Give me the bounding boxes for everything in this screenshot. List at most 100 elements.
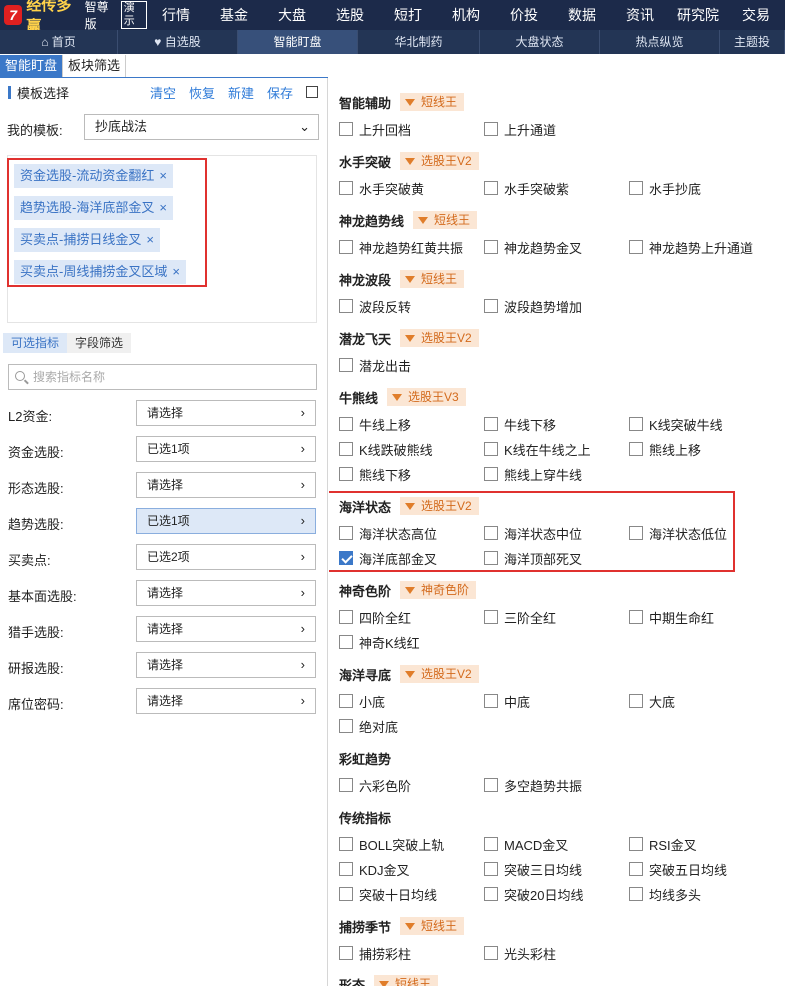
indicator-checkbox[interactable]: 熊线上移	[629, 440, 701, 458]
checkbox-icon[interactable]	[484, 417, 498, 431]
checkbox-icon[interactable]	[339, 240, 353, 254]
checkbox-icon[interactable]	[629, 610, 643, 624]
page-tab[interactable]: 主题投	[720, 30, 785, 54]
indicator-checkbox[interactable]: K线跌破熊线	[339, 440, 433, 458]
menu-item[interactable]: 基金	[205, 0, 263, 30]
clear-button[interactable]: 清空	[150, 83, 176, 102]
checkbox-icon[interactable]	[339, 358, 353, 372]
page-tab[interactable]: 热点纵览	[600, 30, 720, 54]
checkbox-icon[interactable]	[629, 442, 643, 456]
checkbox-icon[interactable]	[339, 442, 353, 456]
indicator-checkbox[interactable]: 多空趋势共振	[484, 776, 582, 794]
indicator-checkbox[interactable]: 波段反转	[339, 297, 411, 315]
checkbox-icon[interactable]	[629, 837, 643, 851]
page-tab[interactable]: 大盘状态	[480, 30, 600, 54]
checkbox-icon[interactable]	[339, 417, 353, 431]
indicator-checkbox[interactable]: 突破三日均线	[484, 860, 582, 878]
indicator-checkbox[interactable]: 突破20日均线	[484, 885, 583, 903]
indicator-checkbox[interactable]: 光头彩柱	[484, 944, 556, 962]
copy-icon[interactable]	[306, 86, 318, 98]
indicator-checkbox[interactable]: 水手突破紫	[484, 179, 569, 197]
checkbox-icon[interactable]	[629, 694, 643, 708]
filter-select[interactable]: 请选择 ›	[136, 688, 316, 714]
restore-button[interactable]: 恢复	[189, 83, 215, 102]
new-button[interactable]: 新建	[228, 83, 254, 102]
tab-optional-indicators[interactable]: 可选指标	[3, 333, 68, 353]
indicator-checkbox[interactable]: RSI金叉	[629, 835, 697, 853]
checkbox-icon[interactable]	[484, 862, 498, 876]
menu-item[interactable]: 研究院	[669, 0, 727, 30]
checkbox-icon[interactable]	[339, 837, 353, 851]
indicator-checkbox[interactable]: 四阶全红	[339, 608, 411, 626]
checkbox-icon[interactable]	[484, 240, 498, 254]
menu-item[interactable]: 资讯	[611, 0, 669, 30]
checkbox-icon[interactable]	[484, 887, 498, 901]
checkbox-icon[interactable]	[484, 610, 498, 624]
my-template-select[interactable]: 抄底战法 ⌄	[84, 114, 319, 140]
filter-select[interactable]: 已选1项 ›	[136, 508, 316, 534]
menu-item[interactable]: 行情	[147, 0, 205, 30]
menu-item[interactable]: 价投	[495, 0, 553, 30]
page-tab[interactable]: 智能盯盘	[238, 30, 358, 54]
indicator-checkbox[interactable]: 三阶全红	[484, 608, 556, 626]
checkbox-icon[interactable]	[629, 240, 643, 254]
indicator-checkbox[interactable]: 牛线上移	[339, 415, 411, 433]
filter-select[interactable]: 请选择 ›	[136, 616, 316, 642]
indicator-checkbox[interactable]: 中底	[484, 692, 530, 710]
indicator-checkbox[interactable]: 上升回档	[339, 120, 411, 138]
menu-item[interactable]: 机构	[437, 0, 495, 30]
checkbox-icon[interactable]	[339, 778, 353, 792]
search-input[interactable]: 搜索指标名称	[8, 364, 317, 390]
page-tab[interactable]: ♥ 自选股	[118, 30, 238, 54]
filter-select[interactable]: 已选2项 ›	[136, 544, 316, 570]
checkbox-icon[interactable]	[339, 610, 353, 624]
checkbox-icon[interactable]	[339, 299, 353, 313]
indicator-checkbox[interactable]: 绝对底	[339, 717, 398, 735]
indicator-checkbox[interactable]: 捕捞彩柱	[339, 944, 411, 962]
checkbox-icon[interactable]	[339, 122, 353, 136]
checkbox-icon[interactable]	[629, 862, 643, 876]
indicator-checkbox[interactable]: 水手抄底	[629, 179, 701, 197]
tab-field-filter[interactable]: 字段筛选	[67, 333, 132, 353]
subtab-sector-filter[interactable]: 板块筛选	[63, 55, 127, 77]
indicator-checkbox[interactable]: K线突破牛线	[629, 415, 723, 433]
checkbox-icon[interactable]	[629, 417, 643, 431]
filter-select[interactable]: 已选1项 ›	[136, 436, 316, 462]
indicator-checkbox[interactable]: 六彩色阶	[339, 776, 411, 794]
checkbox-icon[interactable]	[629, 887, 643, 901]
indicator-checkbox[interactable]: 突破五日均线	[629, 860, 727, 878]
save-button[interactable]: 保存	[267, 83, 293, 102]
filter-select[interactable]: 请选择 ›	[136, 400, 316, 426]
checkbox-icon[interactable]	[484, 694, 498, 708]
checkbox-icon[interactable]	[484, 778, 498, 792]
checkbox-icon[interactable]	[339, 635, 353, 649]
menu-item[interactable]: 选股	[321, 0, 379, 30]
menu-item[interactable]: 大盘	[263, 0, 321, 30]
checkbox-icon[interactable]	[339, 694, 353, 708]
checkbox-icon[interactable]	[339, 946, 353, 960]
indicator-checkbox[interactable]: 水手突破黄	[339, 179, 424, 197]
menu-item[interactable]: 交易	[727, 0, 785, 30]
subtab-smart-monitor[interactable]: 智能盯盘	[0, 55, 64, 77]
indicator-checkbox[interactable]: 潜龙出击	[339, 356, 411, 374]
indicator-checkbox[interactable]: MACD金叉	[484, 835, 568, 853]
checkbox-icon[interactable]	[484, 181, 498, 195]
checkbox-icon[interactable]	[339, 181, 353, 195]
filter-select[interactable]: 请选择 ›	[136, 472, 316, 498]
indicator-checkbox[interactable]: BOLL突破上轨	[339, 835, 444, 853]
indicator-checkbox[interactable]: 中期生命红	[629, 608, 714, 626]
indicator-checkbox[interactable]: 牛线下移	[484, 415, 556, 433]
checkbox-icon[interactable]	[629, 181, 643, 195]
checkbox-icon[interactable]	[484, 946, 498, 960]
indicator-checkbox[interactable]: 上升通道	[484, 120, 556, 138]
indicator-checkbox[interactable]: 熊线上穿牛线	[484, 465, 582, 483]
checkbox-icon[interactable]	[484, 299, 498, 313]
menu-item[interactable]: 短打	[379, 0, 437, 30]
indicator-checkbox[interactable]: 大底	[629, 692, 675, 710]
indicator-checkbox[interactable]: 小底	[339, 692, 385, 710]
checkbox-icon[interactable]	[339, 862, 353, 876]
indicator-checkbox[interactable]: 神奇K线红	[339, 633, 420, 651]
checkbox-icon[interactable]	[484, 442, 498, 456]
checkbox-icon[interactable]	[484, 122, 498, 136]
checkbox-icon[interactable]	[339, 887, 353, 901]
